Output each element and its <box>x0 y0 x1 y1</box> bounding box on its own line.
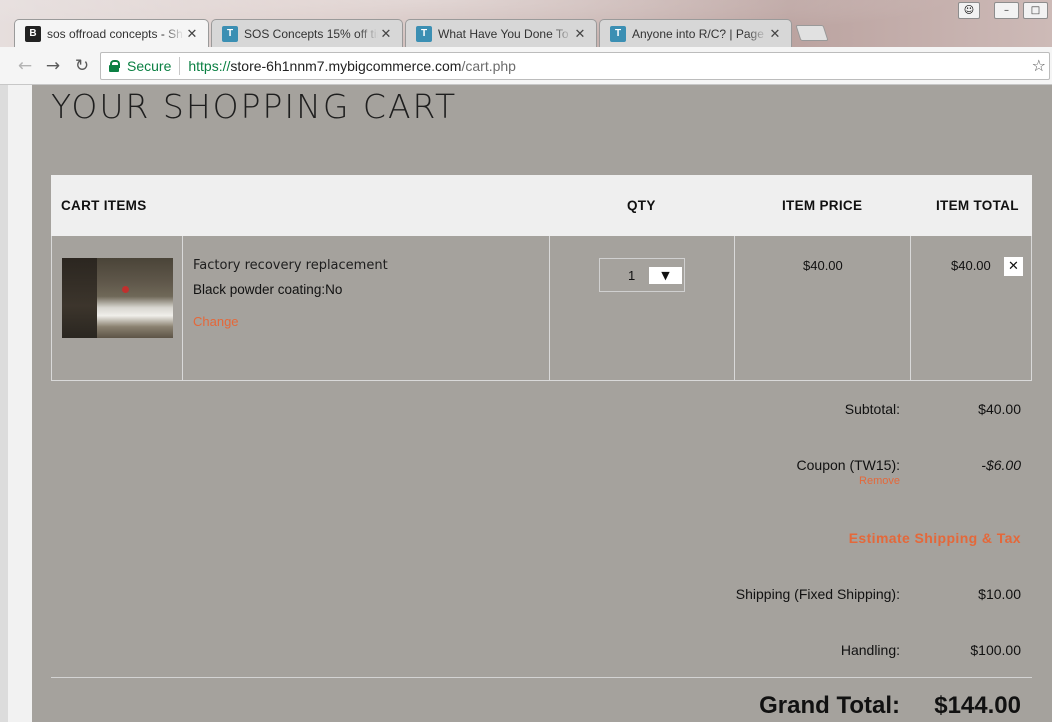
remove-item-icon[interactable]: ✕ <box>1004 257 1023 276</box>
product-option: Black powder coating:No <box>193 282 343 297</box>
column-item-price: ITEM PRICE <box>782 198 863 213</box>
profile-icon[interactable]: ☺ <box>958 2 980 19</box>
bigcommerce-favicon-icon: B <box>25 25 41 42</box>
column-cart-items: CART ITEMS <box>61 198 147 213</box>
subtotal-label: Subtotal: <box>844 401 900 417</box>
tab-sos-offroad[interactable]: B sos offroad concepts - Sh ✕ <box>14 19 209 47</box>
dropdown-arrow-icon[interactable]: ▼ <box>649 267 682 284</box>
close-icon[interactable]: ✕ <box>572 26 588 42</box>
divider <box>910 236 911 380</box>
close-icon[interactable]: ✕ <box>378 26 394 42</box>
window-controls: – □ <box>994 2 1048 19</box>
forum-favicon-icon: T <box>610 25 626 42</box>
close-icon[interactable]: ✕ <box>767 26 783 42</box>
url-path: /cart.php <box>461 58 516 74</box>
column-qty: QTY <box>627 198 656 213</box>
tab-what-have-you-done[interactable]: T What Have You Done To ✕ <box>405 19 597 47</box>
item-price: $40.00 <box>803 258 843 273</box>
maximize-icon[interactable]: □ <box>1023 2 1048 19</box>
handling-value: $100.00 <box>970 642 1021 658</box>
subtotal-value: $40.00 <box>978 401 1021 417</box>
minimize-icon[interactable]: – <box>994 2 1019 19</box>
table-row: Factory recovery replacement Black powde… <box>51 236 1032 381</box>
grand-total-value: $144.00 <box>934 692 1021 719</box>
back-arrow-icon[interactable]: ← <box>14 55 36 77</box>
forum-favicon-icon: T <box>222 25 238 42</box>
url-host: store-6h1nnm7.mybigcommerce.com <box>230 58 462 74</box>
divider <box>182 236 183 380</box>
address-bar[interactable]: Secure https:// store-6h1nnm7.mybigcomme… <box>100 52 1050 80</box>
lock-icon <box>109 60 120 72</box>
coupon-value: -$6.00 <box>981 457 1021 473</box>
shipping-value: $10.00 <box>978 586 1021 602</box>
product-thumbnail[interactable] <box>62 258 173 338</box>
quantity-select[interactable]: 1 ▼ <box>599 258 685 292</box>
forum-favicon-icon: T <box>416 25 432 42</box>
new-tab-button[interactable] <box>795 25 829 41</box>
browser-toolbar: ← → ↻ Secure https:// store-6h1nnm7.mybi… <box>0 47 1052 85</box>
cart-page: YOUR SHOPPING CART CART ITEMS QTY ITEM P… <box>32 85 1052 722</box>
close-icon[interactable]: ✕ <box>184 26 200 42</box>
handling-label: Handling: <box>840 642 900 658</box>
page-margin <box>0 85 32 722</box>
cart-table: CART ITEMS QTY ITEM PRICE ITEM TOTAL Fac… <box>51 175 1032 381</box>
divider <box>734 236 735 380</box>
cart-table-header: CART ITEMS QTY ITEM PRICE ITEM TOTAL <box>51 175 1032 236</box>
divider <box>549 236 550 380</box>
grand-total-label: Grand Total: <box>759 692 900 719</box>
tab-sos-concepts[interactable]: T SOS Concepts 15% off tir ✕ <box>211 19 403 47</box>
tab-title: Anyone into R/C? | Page <box>632 26 764 41</box>
tab-title: sos offroad concepts - Sh <box>47 26 183 41</box>
url-scheme: https:// <box>188 58 231 74</box>
divider <box>179 57 181 75</box>
coupon-remove-link[interactable]: Remove <box>859 475 900 487</box>
change-link[interactable]: Change <box>193 314 239 329</box>
shipping-label: Shipping (Fixed Shipping): <box>735 586 900 602</box>
reload-icon[interactable]: ↻ <box>71 55 93 77</box>
secure-label: Secure <box>127 58 172 74</box>
coupon-label: Coupon (TW15): <box>796 457 900 473</box>
estimate-shipping-link[interactable]: Estimate Shipping & Tax <box>849 530 1021 546</box>
bookmark-star-icon[interactable]: ☆ <box>1032 56 1046 75</box>
quantity-value: 1 <box>628 268 636 283</box>
tab-anyone-into-rc[interactable]: T Anyone into R/C? | Page ✕ <box>599 19 792 47</box>
item-total: $40.00 <box>951 258 991 273</box>
divider <box>51 677 1032 678</box>
product-name[interactable]: Factory recovery replacement <box>193 258 388 273</box>
tab-title: SOS Concepts 15% off tir <box>244 26 378 41</box>
forward-arrow-icon[interactable]: → <box>42 55 64 77</box>
column-item-total: ITEM TOTAL <box>936 198 1019 213</box>
tab-title: What Have You Done To <box>438 26 569 41</box>
page-title: YOUR SHOPPING CART <box>51 87 458 126</box>
